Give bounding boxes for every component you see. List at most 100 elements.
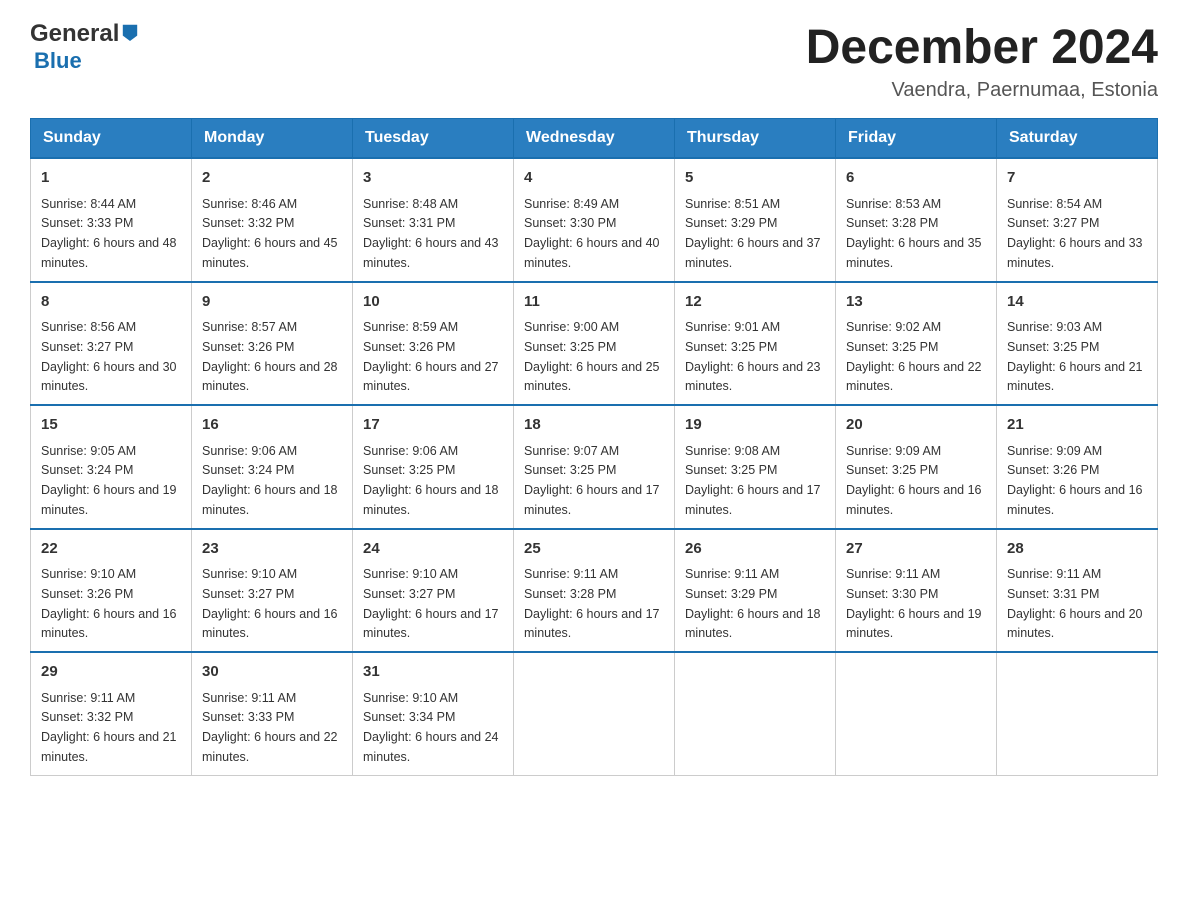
weekday-header-saturday: Saturday	[997, 119, 1158, 159]
sunrise-info: Sunrise: 8:54 AM	[1007, 197, 1102, 211]
sunset-info: Sunset: 3:24 PM	[202, 463, 294, 477]
calendar-table: SundayMondayTuesdayWednesdayThursdayFrid…	[30, 118, 1158, 776]
sunrise-info: Sunrise: 9:07 AM	[524, 444, 619, 458]
calendar-day-cell: 9Sunrise: 8:57 AMSunset: 3:26 PMDaylight…	[192, 282, 353, 406]
sunset-info: Sunset: 3:25 PM	[685, 340, 777, 354]
daylight-info: Daylight: 6 hours and 30 minutes.	[41, 360, 177, 394]
day-number: 1	[41, 167, 181, 190]
day-number: 27	[846, 538, 986, 561]
sunrise-info: Sunrise: 9:03 AM	[1007, 320, 1102, 334]
daylight-info: Daylight: 6 hours and 45 minutes.	[202, 236, 338, 270]
daylight-info: Daylight: 6 hours and 23 minutes.	[685, 360, 821, 394]
sunset-info: Sunset: 3:29 PM	[685, 587, 777, 601]
sunset-info: Sunset: 3:29 PM	[685, 216, 777, 230]
calendar-day-cell: 30Sunrise: 9:11 AMSunset: 3:33 PMDayligh…	[192, 652, 353, 775]
calendar-day-cell: 11Sunrise: 9:00 AMSunset: 3:25 PMDayligh…	[514, 282, 675, 406]
calendar-day-cell: 26Sunrise: 9:11 AMSunset: 3:29 PMDayligh…	[675, 529, 836, 653]
calendar-empty-cell	[675, 652, 836, 775]
weekday-header-thursday: Thursday	[675, 119, 836, 159]
calendar-day-cell: 12Sunrise: 9:01 AMSunset: 3:25 PMDayligh…	[675, 282, 836, 406]
daylight-info: Daylight: 6 hours and 43 minutes.	[363, 236, 499, 270]
sunset-info: Sunset: 3:25 PM	[524, 340, 616, 354]
sunset-info: Sunset: 3:33 PM	[41, 216, 133, 230]
sunrise-info: Sunrise: 9:10 AM	[363, 691, 458, 705]
sunset-info: Sunset: 3:33 PM	[202, 710, 294, 724]
daylight-info: Daylight: 6 hours and 24 minutes.	[363, 730, 499, 764]
day-number: 22	[41, 538, 181, 561]
day-number: 16	[202, 414, 342, 437]
daylight-info: Daylight: 6 hours and 17 minutes.	[524, 607, 660, 641]
sunset-info: Sunset: 3:25 PM	[363, 463, 455, 477]
sunrise-info: Sunrise: 8:46 AM	[202, 197, 297, 211]
calendar-empty-cell	[997, 652, 1158, 775]
sunset-info: Sunset: 3:25 PM	[524, 463, 616, 477]
day-number: 8	[41, 291, 181, 314]
day-number: 28	[1007, 538, 1147, 561]
day-number: 21	[1007, 414, 1147, 437]
daylight-info: Daylight: 6 hours and 48 minutes.	[41, 236, 177, 270]
location-text: Vaendra, Paernumaa, Estonia	[806, 79, 1158, 102]
logo-blue-text: Blue	[34, 48, 82, 74]
day-number: 25	[524, 538, 664, 561]
calendar-day-cell: 16 Sunrise: 9:06 AM Sunset: 3:24 PM Dayligh…	[192, 405, 353, 529]
day-number: 23	[202, 538, 342, 561]
sunset-info: Sunset: 3:30 PM	[846, 587, 938, 601]
calendar-day-cell: 17Sunrise: 9:06 AMSunset: 3:25 PMDayligh…	[353, 405, 514, 529]
calendar-day-cell: 2Sunrise: 8:46 AMSunset: 3:32 PMDaylight…	[192, 158, 353, 282]
calendar-empty-cell	[836, 652, 997, 775]
sunset-info: Sunset: 3:24 PM	[41, 463, 133, 477]
calendar-day-cell: 27Sunrise: 9:11 AMSunset: 3:30 PMDayligh…	[836, 529, 997, 653]
day-number: 9	[202, 291, 342, 314]
daylight-info: Daylight: 6 hours and 35 minutes.	[846, 236, 982, 270]
daylight-info: Daylight: 6 hours and 22 minutes.	[202, 730, 338, 764]
logo-general-text: General	[30, 20, 119, 48]
calendar-day-cell: 22Sunrise: 9:10 AMSunset: 3:26 PMDayligh…	[31, 529, 192, 653]
daylight-info: Daylight: 6 hours and 17 minutes.	[524, 483, 660, 517]
sunrise-info: Sunrise: 9:11 AM	[524, 567, 618, 581]
calendar-day-cell: 14 Sunrise: 9:03 AM Sunset: 3:25 PM Dayligh…	[997, 282, 1158, 406]
weekday-header-tuesday: Tuesday	[353, 119, 514, 159]
daylight-info: Daylight: 6 hours and 16 minutes.	[846, 483, 982, 517]
daylight-info: Daylight: 6 hours and 17 minutes.	[363, 607, 499, 641]
sunrise-info: Sunrise: 9:00 AM	[524, 320, 619, 334]
sunrise-info: Sunrise: 9:11 AM	[1007, 567, 1101, 581]
calendar-day-cell: 20Sunrise: 9:09 AMSunset: 3:25 PMDayligh…	[836, 405, 997, 529]
daylight-info: Daylight: 6 hours and 16 minutes.	[41, 607, 177, 641]
sunset-info: Sunset: 3:32 PM	[202, 216, 294, 230]
sunset-info: Sunset: 3:28 PM	[846, 216, 938, 230]
daylight-info: Daylight: 6 hours and 37 minutes.	[685, 236, 821, 270]
day-number: 14	[1007, 291, 1147, 314]
weekday-header-row: SundayMondayTuesdayWednesdayThursdayFrid…	[31, 119, 1158, 159]
calendar-day-cell: 31Sunrise: 9:10 AMSunset: 3:34 PMDayligh…	[353, 652, 514, 775]
sunrise-info: Sunrise: 9:09 AM	[846, 444, 941, 458]
daylight-info: Daylight: 6 hours and 21 minutes.	[1007, 360, 1143, 394]
sunset-info: Sunset: 3:25 PM	[685, 463, 777, 477]
daylight-info: Daylight: 6 hours and 20 minutes.	[1007, 607, 1143, 641]
calendar-day-cell: 23Sunrise: 9:10 AMSunset: 3:27 PMDayligh…	[192, 529, 353, 653]
day-number: 11	[524, 291, 664, 314]
calendar-day-cell: 5Sunrise: 8:51 AMSunset: 3:29 PMDaylight…	[675, 158, 836, 282]
daylight-info: Daylight: 6 hours and 40 minutes.	[524, 236, 660, 270]
sunset-info: Sunset: 3:27 PM	[202, 587, 294, 601]
sunset-info: Sunset: 3:25 PM	[1007, 340, 1099, 354]
calendar-day-cell: 21Sunrise: 9:09 AMSunset: 3:26 PMDayligh…	[997, 405, 1158, 529]
daylight-info: Daylight: 6 hours and 22 minutes.	[846, 360, 982, 394]
sunrise-info: Sunrise: 9:10 AM	[41, 567, 136, 581]
sunrise-info: Sunrise: 9:11 AM	[846, 567, 940, 581]
sunrise-info: Sunrise: 8:59 AM	[363, 320, 458, 334]
sunrise-info: Sunrise: 8:57 AM	[202, 320, 297, 334]
sunrise-info: Sunrise: 9:06 AM	[202, 444, 297, 458]
daylight-info: Daylight: 6 hours and 19 minutes.	[41, 483, 177, 517]
daylight-info: Daylight: 6 hours and 16 minutes.	[1007, 483, 1143, 517]
daylight-info: Daylight: 6 hours and 18 minutes.	[202, 483, 338, 517]
sunrise-info: Sunrise: 9:10 AM	[202, 567, 297, 581]
calendar-day-cell: 15Sunrise: 9:05 AMSunset: 3:24 PMDayligh…	[31, 405, 192, 529]
day-number: 3	[363, 167, 503, 190]
day-number: 6	[846, 167, 986, 190]
weekday-header-sunday: Sunday	[31, 119, 192, 159]
logo: General Blue	[30, 20, 139, 74]
daylight-info: Daylight: 6 hours and 28 minutes.	[202, 360, 338, 394]
calendar-day-cell: 24Sunrise: 9:10 AMSunset: 3:27 PMDayligh…	[353, 529, 514, 653]
sunrise-info: Sunrise: 8:51 AM	[685, 197, 780, 211]
weekday-header-friday: Friday	[836, 119, 997, 159]
